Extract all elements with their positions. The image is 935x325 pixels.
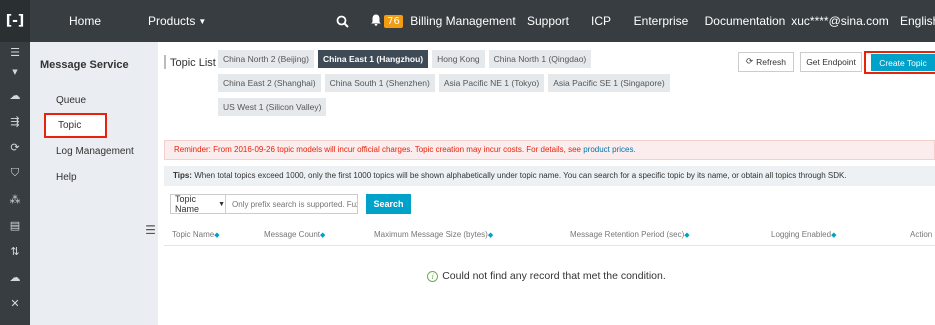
sort-icon: ◆ bbox=[831, 231, 837, 239]
column-label: Message Count bbox=[264, 230, 321, 239]
caret-down-icon: ▼ bbox=[218, 200, 225, 208]
tips-label: Tips: bbox=[173, 171, 192, 180]
notice-end: . bbox=[633, 145, 636, 154]
search-field-value: Topic Name bbox=[175, 194, 200, 214]
region-tab[interactable]: Asia Pacific SE 1 (Singapore) bbox=[548, 74, 670, 92]
notifications-button[interactable]: 76 bbox=[364, 0, 410, 42]
cloud-upload-icon[interactable]: ☁ bbox=[0, 264, 30, 290]
region-tab[interactable]: China South 1 (Shenzhen) bbox=[324, 74, 435, 92]
create-topic-highlight: Create Topic bbox=[864, 51, 935, 74]
column-label: Maximum Message Size (bytes) bbox=[374, 230, 488, 239]
table-header: Topic Name◆ Message Count◆ Maximum Messa… bbox=[164, 224, 935, 246]
transfer-icon[interactable]: ⇅ bbox=[0, 238, 30, 264]
nav-support[interactable]: Support bbox=[516, 0, 580, 42]
refresh-cycle-icon[interactable]: ⟳ bbox=[0, 134, 30, 160]
sidebar-item-queue[interactable]: Queue bbox=[30, 87, 158, 113]
column-header[interactable]: Message Count◆ bbox=[264, 230, 325, 239]
sort-icon: ◆ bbox=[487, 231, 494, 239]
region-tab-active[interactable]: China East 1 (Hangzhou) bbox=[317, 50, 429, 68]
menu-icon[interactable]: ☰ bbox=[0, 42, 30, 62]
sidebar-item-help[interactable]: Help bbox=[30, 164, 158, 190]
column-header[interactable]: Message Retention Period (sec)◆ bbox=[570, 230, 690, 239]
sidebar-title: Message Service bbox=[40, 58, 129, 71]
sidebar-item-log-management[interactable]: Log Management bbox=[30, 138, 158, 164]
tips-banner: Tips: When total topics exceed 1000, onl… bbox=[164, 166, 935, 186]
product-prices-link[interactable]: product prices bbox=[583, 145, 633, 154]
charge-reminder-banner: Reminder: From 2016-09-26 topic models w… bbox=[164, 140, 935, 160]
notification-count-badge: 76 bbox=[384, 14, 403, 28]
refresh-button[interactable]: ⟳ Refresh bbox=[738, 52, 794, 72]
refresh-label: Refresh bbox=[756, 57, 786, 67]
tips-text: When total topics exceed 1000, only the … bbox=[191, 171, 847, 180]
search-icon[interactable] bbox=[320, 0, 364, 42]
region-tab[interactable]: Asia Pacific NE 1 (Tokyo) bbox=[438, 74, 545, 92]
sort-icon: ◆ bbox=[214, 231, 220, 239]
region-tab[interactable]: China North 2 (Beijing) bbox=[218, 50, 314, 68]
search-input[interactable] bbox=[226, 194, 358, 214]
region-tab[interactable]: Hong Kong bbox=[432, 50, 485, 68]
caret-down-icon: ▼ bbox=[198, 16, 207, 26]
product-icon-rail: ☰ ▼ ☁ ⇶ ⟳ ⛉ ⁂ ▤ ⇅ ☁ ✕ bbox=[0, 42, 30, 325]
region-tab[interactable]: China North 1 (Qingdao) bbox=[488, 50, 592, 68]
tools-icon[interactable]: ✕ bbox=[0, 290, 30, 316]
language-switcher[interactable]: English bbox=[890, 0, 935, 42]
sidebar-item-topic[interactable]: Topic bbox=[44, 113, 107, 138]
nav-icp[interactable]: ICP bbox=[580, 0, 622, 42]
share-icon[interactable]: ⇶ bbox=[0, 108, 30, 134]
refresh-icon: ⟳ bbox=[746, 57, 754, 67]
sidebar-collapse-icon[interactable]: ☰ bbox=[143, 220, 158, 240]
cloud-icon[interactable]: ☁ bbox=[0, 82, 30, 108]
storage-icon[interactable]: ▤ bbox=[0, 212, 30, 238]
search-button[interactable]: Search bbox=[366, 194, 411, 214]
nav-products-menu[interactable]: Products ▼ bbox=[140, 0, 290, 42]
nav-enterprise[interactable]: Enterprise bbox=[622, 0, 700, 42]
chevron-down-icon[interactable]: ▼ bbox=[0, 62, 30, 82]
region-tab[interactable]: US West 1 (Silicon Valley) bbox=[218, 98, 327, 116]
nav-products-label: Products bbox=[148, 14, 196, 28]
search-bar: Topic Name ▼ Search bbox=[170, 194, 411, 214]
top-nav-bar: [-] Home Products ▼ 76 Billing Management… bbox=[0, 0, 935, 42]
shield-icon[interactable]: ⛉ bbox=[0, 160, 30, 186]
column-label: Logging Enabled bbox=[771, 230, 832, 239]
sort-icon: ◆ bbox=[684, 231, 690, 239]
network-icon[interactable]: ⁂ bbox=[0, 186, 30, 212]
column-header-action: Action bbox=[910, 230, 933, 239]
info-icon: i bbox=[427, 271, 439, 282]
empty-state: i Could not find any record that met the … bbox=[158, 270, 935, 282]
product-sidebar: Message Service Queue Topic Log Manageme… bbox=[30, 42, 158, 325]
nav-billing[interactable]: Billing Management bbox=[410, 0, 516, 42]
main-content: Topic List China North 2 (Beijing) China… bbox=[158, 42, 935, 325]
column-label: Message Retention Period (sec) bbox=[570, 230, 685, 239]
bell-icon bbox=[371, 14, 381, 29]
region-tab[interactable]: China East 2 (Shanghai) bbox=[218, 74, 321, 92]
nav-home[interactable]: Home bbox=[30, 0, 140, 42]
create-topic-button[interactable]: Create Topic bbox=[871, 54, 935, 71]
region-selector: China North 2 (Beijing) China East 1 (Ha… bbox=[218, 50, 678, 122]
column-header[interactable]: Maximum Message Size (bytes)◆ bbox=[374, 230, 493, 239]
user-account-menu[interactable]: xuc****@sina.com bbox=[790, 0, 890, 42]
console-logo-icon[interactable]: [-] bbox=[0, 0, 30, 42]
notice-text: Reminder: From 2016-09-26 topic models w… bbox=[174, 145, 584, 154]
sort-icon: ◆ bbox=[320, 231, 326, 239]
column-label: Topic Name bbox=[172, 230, 215, 239]
search-field-select[interactable]: Topic Name ▼ bbox=[170, 194, 226, 214]
column-header[interactable]: Topic Name◆ bbox=[172, 230, 220, 239]
nav-documentation[interactable]: Documentation bbox=[700, 0, 790, 42]
column-header[interactable]: Logging Enabled◆ bbox=[771, 230, 836, 239]
topic-list-label: Topic List bbox=[164, 55, 222, 69]
get-endpoint-button[interactable]: Get Endpoint bbox=[800, 52, 862, 72]
empty-message: Could not find any record that met the c… bbox=[442, 270, 666, 282]
